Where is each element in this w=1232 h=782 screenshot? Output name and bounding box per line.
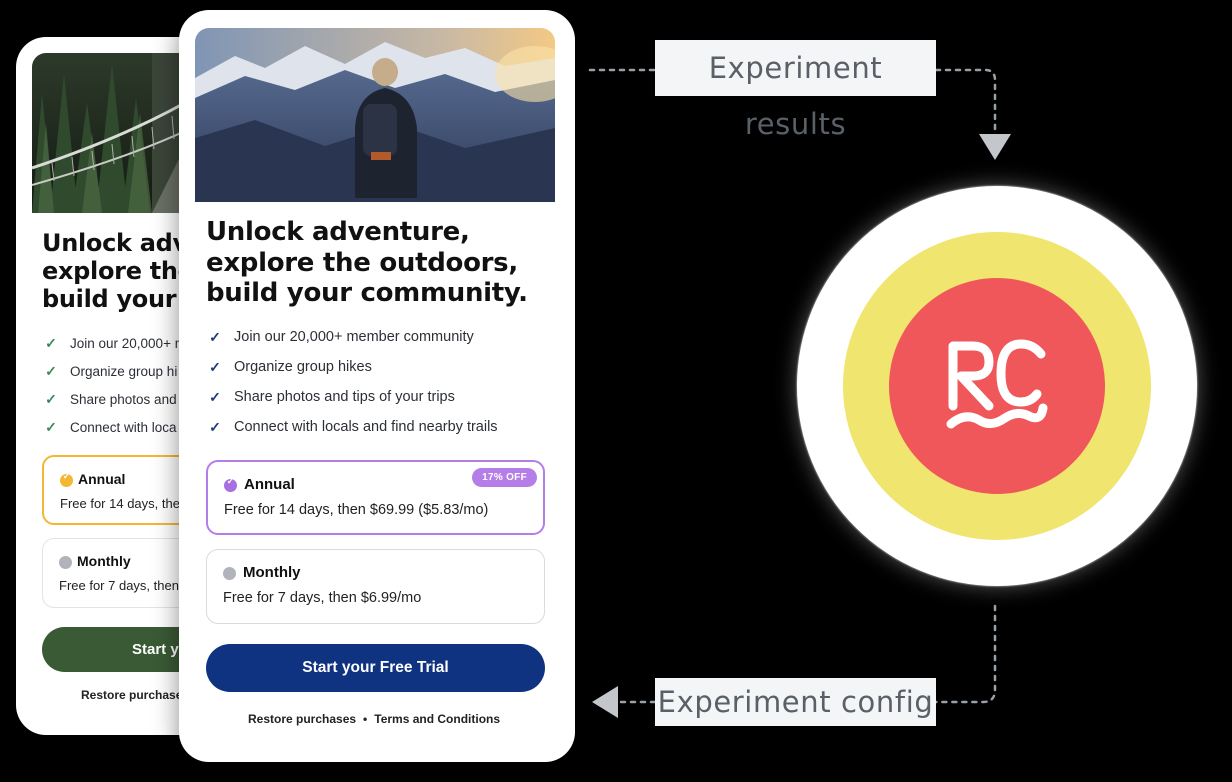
arrow-down-icon <box>979 134 1011 160</box>
rc-monogram-icon <box>946 339 1048 429</box>
revenuecat-logo <box>797 186 1197 586</box>
experiment-results-label: Experiment results <box>655 40 936 141</box>
experiment-config-label: Experiment config <box>655 678 936 726</box>
arrow-left-icon <box>592 686 618 718</box>
